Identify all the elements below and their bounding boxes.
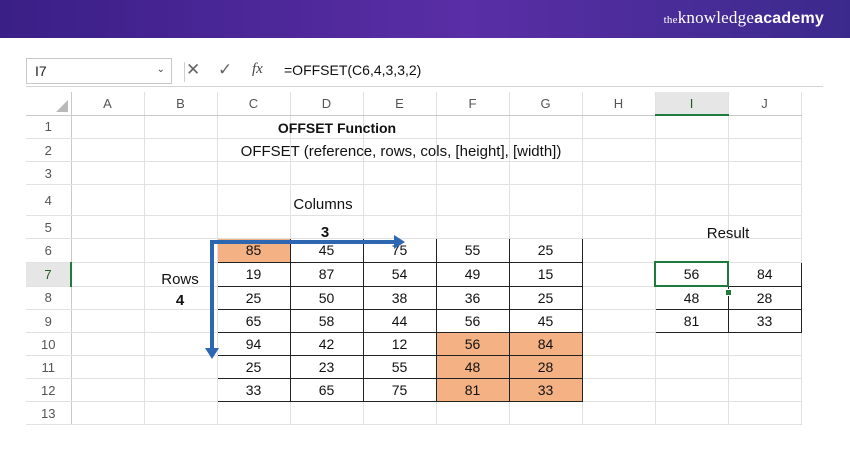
row-header[interactable]: 3 [26, 161, 72, 185]
data-cell[interactable]: 28 [508, 355, 583, 379]
rows-value: 4 [175, 292, 185, 309]
data-cell[interactable]: 87 [289, 261, 364, 287]
data-cell[interactable]: 44 [362, 309, 437, 333]
data-cell[interactable]: 65 [289, 378, 364, 402]
data-cell[interactable]: 48 [435, 355, 510, 379]
result-cell[interactable]: 48 [654, 285, 729, 310]
select-all-button[interactable] [26, 92, 72, 116]
result-cell[interactable]: 81 [654, 309, 729, 333]
data-cell[interactable]: 50 [289, 285, 364, 310]
name-box-value: I7 [35, 63, 47, 79]
data-cell[interactable]: 84 [508, 332, 583, 356]
column-header[interactable]: F [436, 92, 510, 116]
data-cell[interactable]: 54 [362, 261, 437, 287]
row-header[interactable]: 13 [26, 401, 72, 425]
data-cell[interactable]: 55 [435, 238, 510, 263]
insert-function-icon[interactable]: fx [252, 61, 263, 78]
row-header[interactable]: 2 [26, 138, 72, 162]
column-header-selected[interactable]: I [655, 92, 729, 116]
row-header[interactable]: 11 [26, 355, 72, 379]
data-cell[interactable]: 12 [362, 332, 437, 356]
cancel-icon[interactable]: ✕ [186, 60, 200, 80]
active-cell[interactable]: 56 [654, 261, 729, 287]
row-header[interactable]: 10 [26, 332, 72, 356]
data-cell[interactable]: 33 [508, 378, 583, 402]
column-header[interactable]: E [363, 92, 437, 116]
column-header[interactable]: A [71, 92, 145, 116]
columns-arrow [210, 240, 396, 244]
data-cell[interactable]: 38 [362, 285, 437, 310]
row-header[interactable]: 4 [26, 184, 72, 216]
data-cell[interactable]: 25 [508, 238, 583, 263]
spreadsheet-grid: A B C D E F G H I J 1 2 3 4 5 6 85 45 75… [26, 92, 802, 425]
data-cell[interactable]: 42 [289, 332, 364, 356]
data-cell[interactable]: 25 [216, 355, 291, 379]
fill-handle[interactable] [725, 289, 732, 296]
column-header[interactable]: H [582, 92, 656, 116]
result-cell[interactable]: 84 [727, 261, 802, 287]
data-cell[interactable]: 81 [435, 378, 510, 402]
rows-label: Rows [161, 271, 199, 288]
row-header-selected[interactable]: 7 [26, 262, 72, 287]
sheet-title: OFFSET Function [277, 120, 397, 136]
data-cell[interactable]: 25 [508, 285, 583, 310]
columns-label: Columns [293, 196, 353, 213]
column-header[interactable]: J [728, 92, 802, 116]
data-cell[interactable]: 36 [435, 285, 510, 310]
row-header[interactable]: 6 [26, 238, 72, 263]
rows-arrow [210, 240, 214, 350]
name-box[interactable]: I7 ⌄ [26, 58, 172, 84]
header-banner: theknowledgeacademy [0, 0, 850, 38]
data-cell[interactable]: 65 [216, 309, 291, 333]
data-cell[interactable]: 94 [216, 332, 291, 356]
formula-bar: I7 ⌄ ✕ ✓ fx =OFFSET(C6,4,3,3,2) [26, 58, 823, 87]
data-cell[interactable]: 15 [508, 261, 583, 287]
row-header[interactable]: 12 [26, 378, 72, 402]
data-cell[interactable]: 33 [216, 378, 291, 402]
formula-input[interactable]: =OFFSET(C6,4,3,3,2) [284, 62, 421, 78]
data-cell[interactable]: 45 [508, 309, 583, 333]
syntax-text: OFFSET (reference, rows, cols, [height],… [240, 143, 562, 160]
column-header[interactable]: C [217, 92, 291, 116]
data-cell[interactable]: 25 [216, 285, 291, 310]
result-label: Result [706, 225, 750, 242]
data-cell[interactable]: 49 [435, 261, 510, 287]
row-header[interactable]: 5 [26, 215, 72, 239]
cols-value: 3 [320, 224, 330, 241]
data-cell[interactable]: 56 [435, 332, 510, 356]
column-header[interactable]: D [290, 92, 364, 116]
brand-logo: theknowledgeacademy [663, 8, 824, 27]
column-header[interactable]: G [509, 92, 583, 116]
data-cell[interactable]: 23 [289, 355, 364, 379]
column-header[interactable]: B [144, 92, 218, 116]
row-header[interactable]: 1 [26, 115, 72, 139]
result-cell[interactable]: 28 [727, 285, 802, 310]
arrow-head-down-icon [205, 348, 219, 359]
data-cell[interactable]: 55 [362, 355, 437, 379]
row-header[interactable]: 9 [26, 309, 72, 333]
arrow-head-right-icon [394, 235, 405, 249]
result-cell[interactable]: 33 [727, 309, 802, 333]
enter-icon[interactable]: ✓ [218, 60, 232, 80]
data-cell[interactable]: 19 [216, 261, 291, 287]
data-cell[interactable]: 56 [435, 309, 510, 333]
row-header[interactable]: 8 [26, 286, 72, 310]
data-cell[interactable]: 75 [362, 378, 437, 402]
chevron-down-icon[interactable]: ⌄ [157, 64, 165, 75]
formula-bar-divider [184, 62, 185, 82]
data-cell[interactable]: 58 [289, 309, 364, 333]
